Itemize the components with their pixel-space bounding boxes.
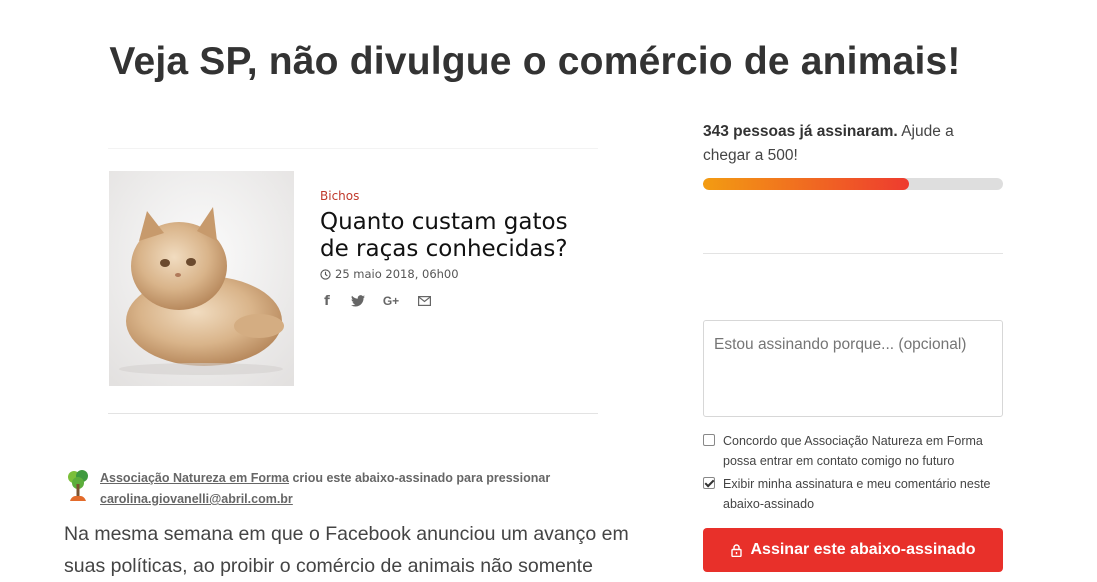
divider [108, 413, 598, 414]
article-date-text: 25 maio 2018, 06h00 [335, 267, 459, 281]
lock-icon [730, 543, 742, 557]
reason-textarea[interactable] [703, 320, 1003, 417]
cat-photo [109, 171, 294, 386]
display-signature-row[interactable]: Exibir minha assinatura e meu comentário… [703, 474, 1003, 514]
sign-petition-button[interactable]: Assinar este abaixo-assinado [703, 528, 1003, 572]
contact-consent-row[interactable]: Concordo que Associação Natureza em Form… [703, 431, 1003, 471]
creator-line: Associação Natureza em Forma criou este … [100, 468, 550, 510]
divider [108, 148, 598, 149]
signature-progress-fill [703, 178, 909, 190]
petition-creator: Associação Natureza em Forma criou este … [66, 468, 586, 510]
petition-target-link[interactable]: carolina.giovanelli@abril.com.br [100, 492, 293, 506]
share-bar: f G+ [320, 294, 431, 309]
display-signature-label[interactable]: Exibir minha assinatura e meu comentário… [723, 474, 1003, 514]
email-icon[interactable] [417, 294, 431, 308]
google-plus-icon[interactable]: G+ [382, 294, 400, 308]
creator-action-text: criou este abaixo-assinado para pression… [288, 471, 551, 485]
clock-icon [320, 268, 331, 280]
divider [703, 253, 1003, 254]
signature-progress-bar [703, 178, 1003, 190]
signature-count: 343 pessoas já assinaram. Ajude a chegar… [703, 120, 993, 168]
sign-petition-label[interactable]: Assinar este abaixo-assinado [751, 541, 976, 559]
article-title[interactable]: Quanto custam gatos de raças conhecidas? [320, 209, 600, 263]
display-signature-checkbox[interactable] [703, 477, 715, 489]
facebook-icon[interactable]: f [320, 294, 334, 309]
article-date: 25 maio 2018, 06h00 [320, 267, 459, 281]
page-title: Veja SP, não divulgue o comércio de anim… [109, 40, 961, 84]
signature-count-text: 343 pessoas já assinaram. [703, 123, 898, 140]
contact-consent-label[interactable]: Concordo que Associação Natureza em Form… [723, 431, 1003, 471]
twitter-icon[interactable] [351, 294, 365, 308]
article-preview-card[interactable]: Bichos Quanto custam gatos de raças conh… [108, 148, 598, 414]
contact-consent-checkbox[interactable] [703, 434, 715, 446]
tree-logo-icon [68, 470, 88, 501]
creator-org-link[interactable]: Associação Natureza em Forma [100, 471, 289, 485]
petition-body-text: Na mesma semana em que o Facebook anunci… [64, 523, 629, 577]
article-category[interactable]: Bichos [320, 189, 359, 203]
